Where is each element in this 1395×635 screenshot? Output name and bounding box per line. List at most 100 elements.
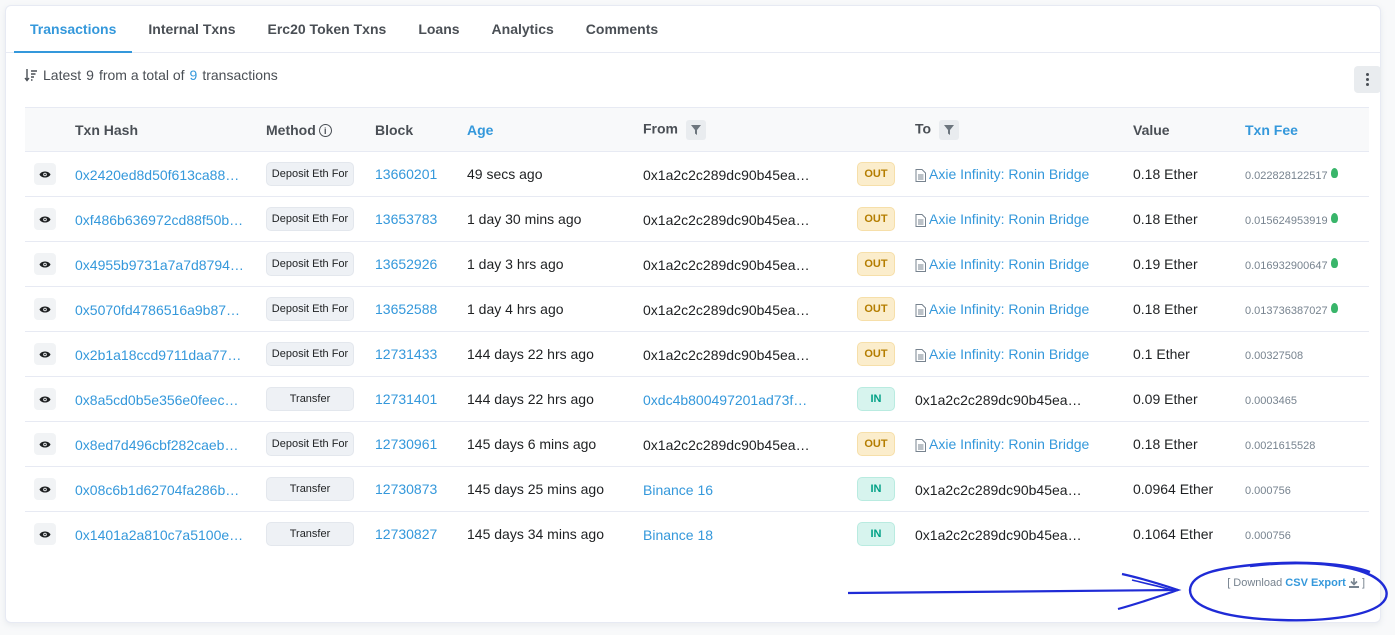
txn-hash-link[interactable]: 0x2420ed8d50f613ca88… — [75, 167, 247, 183]
method-badge: Transfer — [266, 477, 354, 501]
age-cell: 145 days 25 mins ago — [467, 481, 604, 497]
txn-hash-link[interactable]: 0x2b1a18ccd9711daa77… — [75, 347, 247, 363]
txn-hash-cell: 0x4955b9731a7a7d8794… — [75, 242, 266, 287]
to-address-link[interactable]: Axie Infinity: Ronin Bridge — [929, 166, 1089, 182]
method-badge: Deposit Eth For — [266, 297, 354, 321]
to-header-label: To — [915, 120, 932, 137]
view-details-button[interactable] — [34, 163, 56, 185]
to-address[interactable]: 0x1a2c2c289dc90b45ea… — [915, 527, 1085, 543]
summary-middle: from a total of — [98, 67, 185, 83]
tab-analytics[interactable]: Analytics — [476, 6, 570, 52]
to-cell: Axie Infinity: Ronin Bridge — [915, 332, 1133, 377]
to-address-link[interactable]: Axie Infinity: Ronin Bridge — [929, 256, 1089, 272]
to-address[interactable]: 0x1a2c2c289dc90b45ea… — [915, 392, 1085, 408]
from-address[interactable]: 0x1a2c2c289dc90b45ea… — [643, 167, 813, 183]
view-details-button[interactable] — [34, 433, 56, 455]
fee-cell: 0.000756 — [1245, 512, 1369, 557]
value-cell: 0.18 Ether — [1133, 436, 1198, 452]
txn-hash-link[interactable]: 0x08c6b1d62704fa286b… — [75, 482, 247, 498]
to-cell: Axie Infinity: Ronin Bridge — [915, 242, 1133, 287]
txn-fee-value: 0.0021615528 — [1245, 440, 1316, 452]
txn-hash-link[interactable]: 0x8ed7d496cbf282caeb… — [75, 437, 247, 453]
gas-bulb-icon — [1330, 168, 1338, 179]
from-header-label: From — [643, 120, 678, 137]
view-details-button[interactable] — [34, 478, 56, 500]
table-row: 0x5070fd4786516a9b87… Deposit Eth For 1365… — [25, 287, 1369, 332]
txn-hash-link[interactable]: 0x8a5cd0b5e356e0feec… — [75, 392, 247, 408]
method-cell: Deposit Eth For — [266, 152, 375, 197]
value-cell: 0.18 Ether — [1133, 166, 1198, 182]
method-badge: Deposit Eth For — [266, 162, 354, 186]
direction-badge: OUT — [857, 297, 895, 321]
summary-total-count[interactable]: 9 — [190, 67, 198, 83]
txn-fee-value: 0.000756 — [1245, 485, 1291, 497]
from-address[interactable]: Binance 18 — [643, 527, 813, 543]
summary-prefix: Latest — [43, 67, 82, 83]
block-link[interactable]: 13652926 — [375, 256, 437, 272]
from-address[interactable]: 0x1a2c2c289dc90b45ea… — [643, 212, 813, 228]
gas-bulb-icon — [1330, 258, 1338, 269]
eye-icon — [39, 396, 51, 402]
tab-erc20-token-txns[interactable]: Erc20 Token Txns — [252, 6, 403, 52]
block-link[interactable]: 12730961 — [375, 436, 437, 452]
from-address[interactable]: 0x1a2c2c289dc90b45ea… — [643, 257, 813, 273]
tab-internal-txns[interactable]: Internal Txns — [132, 6, 251, 52]
col-header-age[interactable]: Age — [467, 108, 643, 152]
to-cell: 0x1a2c2c289dc90b45ea… — [915, 467, 1133, 512]
direction-cell: IN — [857, 377, 915, 422]
from-address[interactable]: 0x1a2c2c289dc90b45ea… — [643, 302, 813, 318]
from-address[interactable]: Binance 16 — [643, 482, 813, 498]
download-icon[interactable] — [1348, 578, 1359, 589]
to-filter-button[interactable] — [939, 119, 960, 140]
txn-hash-cell: 0x2b1a18ccd9711daa77… — [75, 332, 266, 377]
col-header-txn-fee[interactable]: Txn Fee — [1245, 108, 1369, 152]
view-details-button[interactable] — [34, 253, 56, 275]
more-vertical-icon-dot — [1366, 78, 1369, 81]
block-link[interactable]: 13653783 — [375, 211, 437, 227]
from-address[interactable]: 0x1a2c2c289dc90b45ea… — [643, 347, 813, 363]
to-address-link[interactable]: Axie Infinity: Ronin Bridge — [929, 436, 1089, 452]
block-link[interactable]: 12731401 — [375, 391, 437, 407]
age-cell: 145 days 34 mins ago — [467, 526, 604, 543]
to-address-link[interactable]: Axie Infinity: Ronin Bridge — [929, 346, 1089, 362]
info-icon[interactable]: i — [318, 124, 332, 138]
view-details-button[interactable] — [34, 298, 56, 320]
block-link[interactable]: 12730827 — [375, 526, 437, 542]
txn-hash-link[interactable]: 0x4955b9731a7a7d8794… — [75, 257, 247, 273]
csv-export-link[interactable]: CSV Export — [1285, 577, 1346, 589]
to-cell: 0x1a2c2c289dc90b45ea… — [915, 377, 1133, 422]
to-address[interactable]: 0x1a2c2c289dc90b45ea… — [915, 482, 1085, 498]
eye-icon — [39, 171, 51, 177]
view-details-button[interactable] — [34, 523, 56, 546]
to-cell: Axie Infinity: Ronin Bridge — [915, 197, 1133, 242]
view-details-button[interactable] — [34, 388, 56, 410]
txn-hash-link[interactable]: 0x5070fd4786516a9b87… — [75, 302, 247, 318]
tab-loans[interactable]: Loans — [402, 6, 475, 52]
more-options-button[interactable] — [1354, 66, 1381, 93]
view-details-button[interactable] — [34, 343, 56, 365]
block-link[interactable]: 13660201 — [375, 166, 437, 182]
view-cell — [25, 197, 75, 242]
tab-comments[interactable]: Comments — [570, 6, 674, 52]
from-address[interactable]: 0x1a2c2c289dc90b45ea… — [643, 437, 813, 453]
block-link[interactable]: 12730873 — [375, 481, 437, 497]
from-filter-button[interactable] — [686, 119, 706, 140]
from-cell: 0x1a2c2c289dc90b45ea… — [643, 422, 857, 467]
block-cell: 13653783 — [375, 197, 467, 242]
from-address[interactable]: 0xdc4b800497201ad73f… — [643, 392, 813, 408]
block-link[interactable]: 13652588 — [375, 301, 437, 317]
txn-hash-link[interactable]: 0x1401a2a810c7a5100e… — [75, 527, 247, 543]
to-address-link[interactable]: Axie Infinity: Ronin Bridge — [929, 211, 1089, 227]
method-badge: Deposit Eth For — [266, 342, 354, 366]
view-details-button[interactable] — [34, 208, 56, 230]
to-address-link[interactable]: Axie Infinity: Ronin Bridge — [929, 301, 1089, 317]
tab-transactions[interactable]: Transactions — [14, 6, 133, 53]
direction-cell: OUT — [857, 332, 915, 377]
txn-hash-link[interactable]: 0xf486b636972cd88f50b… — [75, 212, 247, 228]
table-header-row: Txn Hash Method i Block Age From To Value… — [25, 107, 1369, 152]
block-link[interactable]: 12731433 — [375, 346, 437, 362]
direction-cell: OUT — [857, 287, 915, 332]
table-row: 0xf486b636972cd88f50b… Deposit Eth For 136… — [25, 197, 1369, 242]
table-row: 0x8a5cd0b5e356e0feec… Transfer 12731401 144… — [25, 377, 1369, 422]
from-cell: 0x1a2c2c289dc90b45ea… — [643, 197, 857, 242]
